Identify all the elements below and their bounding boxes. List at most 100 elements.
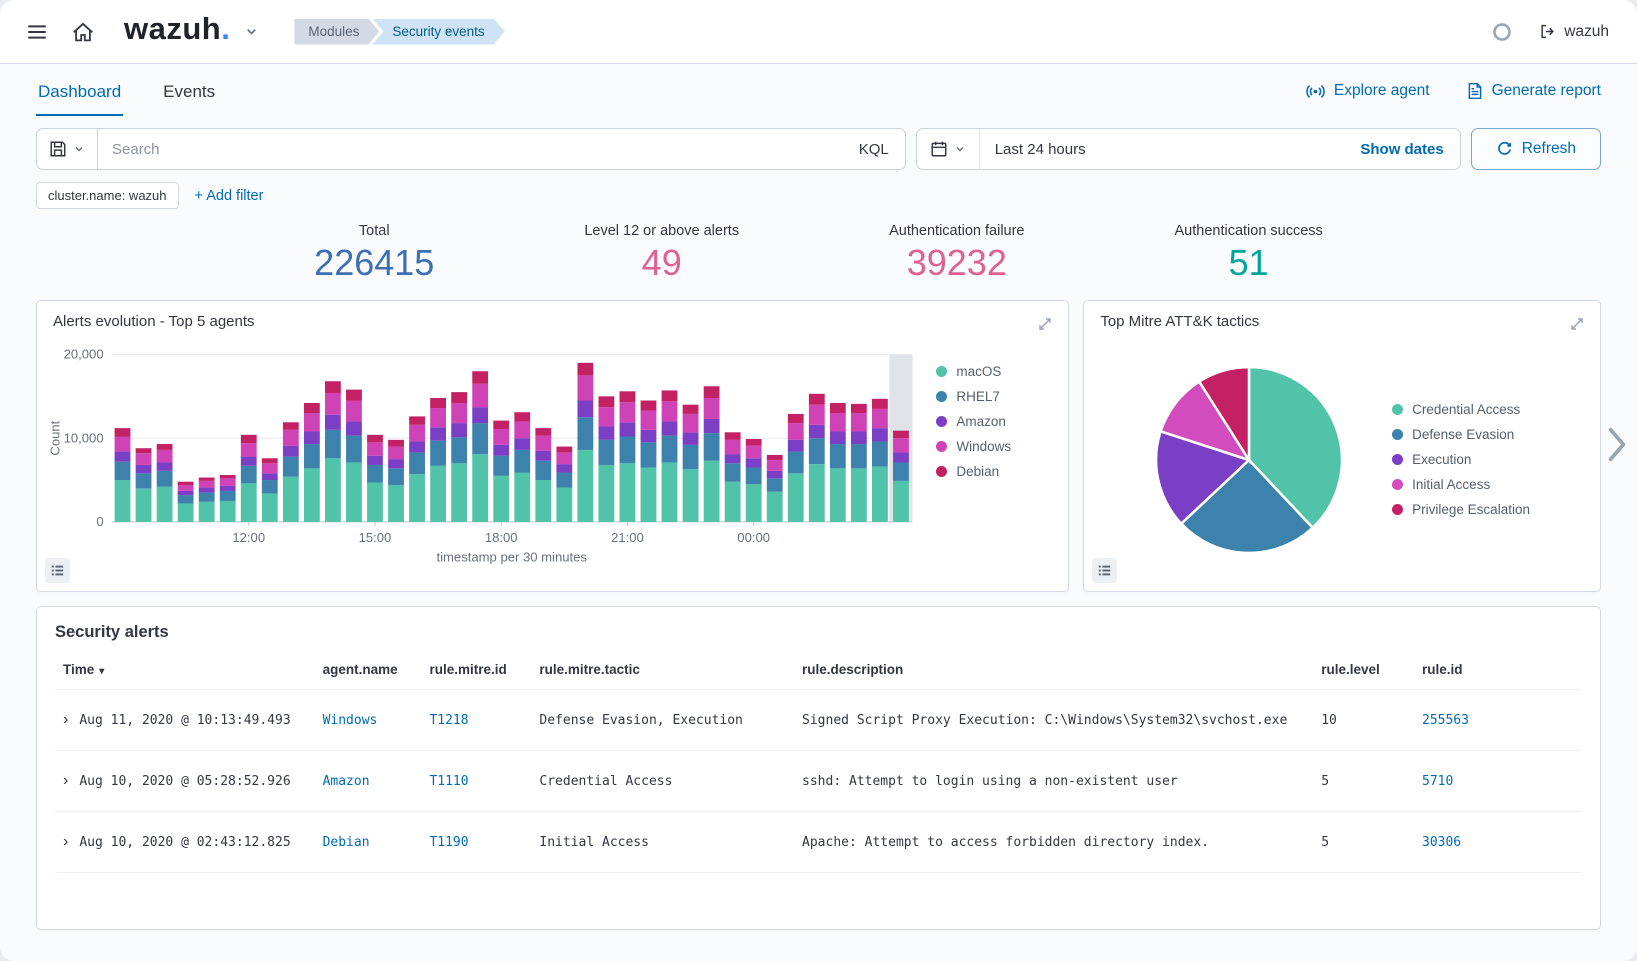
mitre-id-link[interactable]: T1110	[429, 774, 468, 789]
bar-segment-Amazon	[283, 446, 299, 457]
generate-report-button[interactable]: Generate report	[1466, 82, 1601, 100]
bar-segment-Windows	[472, 384, 488, 407]
rule-description: Apache: Attempt to access forbidden dire…	[802, 835, 1209, 850]
generate-report-label: Generate report	[1492, 82, 1601, 100]
legend-item-debian[interactable]: Debian	[936, 464, 1054, 479]
legend-item-privilege-escalation[interactable]: Privilege Escalation	[1392, 502, 1530, 517]
search-input[interactable]	[98, 141, 843, 158]
legend-item-execution[interactable]: Execution	[1392, 452, 1530, 467]
bar-segment-Windows	[746, 446, 762, 459]
expand-row-button[interactable]: ›	[63, 711, 68, 728]
stat-value: 51	[1175, 241, 1323, 284]
chevron-down-icon	[244, 24, 259, 39]
rule-id-link[interactable]: 255563	[1422, 713, 1469, 728]
expand-panel-button[interactable]	[1566, 313, 1588, 338]
bar-segment-Debian	[115, 428, 131, 436]
legend-item-defense-evasion[interactable]: Defense Evasion	[1392, 427, 1530, 442]
bar-segment-Windows	[367, 443, 383, 456]
bar-segment-Windows	[241, 443, 257, 456]
bar-segment-Debian	[577, 363, 593, 376]
bar-segment-Amazon	[809, 425, 825, 438]
agent-name-link[interactable]: Debian	[323, 835, 370, 850]
legend-item-amazon[interactable]: Amazon	[936, 414, 1054, 429]
mitre-id-link[interactable]: T1190	[429, 835, 468, 850]
bar-segment-RHEL7	[641, 443, 657, 468]
bar-segment-Debian	[704, 386, 720, 398]
breadcrumb-modules[interactable]: Modules	[294, 19, 379, 45]
bar-segment-Amazon	[430, 427, 446, 440]
column-header-rule-id[interactable]: rule.id	[1414, 650, 1582, 690]
bar-segment-RHEL7	[620, 437, 636, 464]
kql-button[interactable]: KQL	[843, 141, 905, 158]
menu-button[interactable]	[16, 11, 58, 53]
tab-dashboard[interactable]: Dashboard	[36, 67, 123, 116]
status-ring-button[interactable]	[1481, 11, 1523, 53]
bar-segment-Windows	[430, 408, 446, 427]
bar-segment-macOS	[851, 469, 867, 523]
mitre-id-link[interactable]: T1218	[429, 713, 468, 728]
home-button[interactable]	[62, 11, 104, 53]
refresh-button[interactable]: Refresh	[1471, 128, 1601, 170]
bar-segment-Amazon	[514, 438, 530, 450]
bar-segment-Windows	[893, 438, 909, 452]
breadcrumb-security-events[interactable]: Security events	[372, 19, 504, 45]
column-header-rule-mitre-id[interactable]: rule.mitre.id	[421, 650, 531, 690]
expand-row-button[interactable]: ›	[63, 772, 68, 789]
bar-segment-Windows	[283, 430, 299, 446]
expand-panel-button[interactable]	[1034, 313, 1056, 338]
bar-segment-macOS	[388, 485, 404, 522]
agent-name-link[interactable]: Amazon	[323, 774, 370, 789]
bar-segment-macOS	[893, 481, 909, 522]
rule-id-link[interactable]: 5710	[1422, 774, 1453, 789]
rule-id-link[interactable]: 30306	[1422, 835, 1461, 850]
filter-chip-cluster-name[interactable]: cluster.name: wazuh	[36, 182, 179, 209]
bar-segment-macOS	[472, 454, 488, 522]
save-query-button[interactable]	[36, 128, 97, 170]
inspect-button[interactable]	[45, 558, 70, 583]
legend-label: Initial Access	[1412, 477, 1490, 492]
legend-item-credential-access[interactable]: Credential Access	[1392, 402, 1530, 417]
next-page-chevron[interactable]	[1605, 426, 1629, 467]
app-switcher-caret[interactable]	[236, 11, 266, 53]
legend-item-macos[interactable]: macOS	[936, 364, 1054, 379]
bar-segment-macOS	[535, 480, 551, 522]
agent-name-link[interactable]: Windows	[323, 713, 378, 728]
bar-segment-Amazon	[851, 432, 867, 445]
legend-label: Amazon	[956, 414, 1006, 429]
time-range-button[interactable]: Last 24 hours	[980, 141, 1345, 158]
column-header-time[interactable]: Time▾	[55, 650, 315, 690]
column-header-agent-name[interactable]: agent.name	[315, 650, 422, 690]
legend-color-dot	[1392, 429, 1403, 440]
expand-row-button[interactable]: ›	[63, 833, 68, 850]
show-dates-button[interactable]: Show dates	[1344, 141, 1459, 158]
calendar-button[interactable]	[917, 129, 980, 169]
bar-segment-Amazon	[409, 442, 425, 453]
bar-segment-RHEL7	[388, 469, 404, 486]
column-header-rule-description[interactable]: rule.description	[794, 650, 1313, 690]
column-header-rule-level[interactable]: rule.level	[1313, 650, 1414, 690]
legend-label: RHEL7	[956, 389, 1000, 404]
y-tick-label: 0	[96, 514, 103, 529]
tab-events[interactable]: Events	[161, 67, 217, 116]
date-picker: Last 24 hours Show dates	[916, 128, 1461, 170]
bar-segment-Amazon	[599, 427, 615, 440]
legend-item-initial-access[interactable]: Initial Access	[1392, 477, 1530, 492]
bar-segment-Amazon	[178, 491, 194, 495]
alert-time: Aug 10, 2020 @ 02:43:12.825	[79, 835, 290, 850]
explore-agent-button[interactable]: Explore agent	[1305, 81, 1430, 102]
bar-segment-RHEL7	[788, 452, 804, 474]
column-label: agent.name	[323, 662, 398, 677]
legend-label: Debian	[956, 464, 999, 479]
wazuh-logo[interactable]: wazuh.	[124, 13, 230, 44]
bar-segment-Amazon	[115, 452, 131, 462]
mitre-tactics-panel: Top Mitre ATT&K tactics Credential Acces…	[1083, 300, 1601, 592]
column-header-rule-mitre-tactic[interactable]: rule.mitre.tactic	[531, 650, 794, 690]
inspect-button[interactable]	[1092, 558, 1117, 583]
bar-segment-RHEL7	[115, 462, 131, 480]
add-filter-button[interactable]: + Add filter	[195, 188, 264, 204]
legend-item-rhel7[interactable]: RHEL7	[936, 389, 1054, 404]
pie-chart-legend: Credential Access Defense Evasion Executio…	[1386, 402, 1536, 517]
user-menu[interactable]: wazuh	[1527, 15, 1621, 49]
legend-item-windows[interactable]: Windows	[936, 439, 1054, 454]
bar-segment-macOS	[746, 484, 762, 522]
